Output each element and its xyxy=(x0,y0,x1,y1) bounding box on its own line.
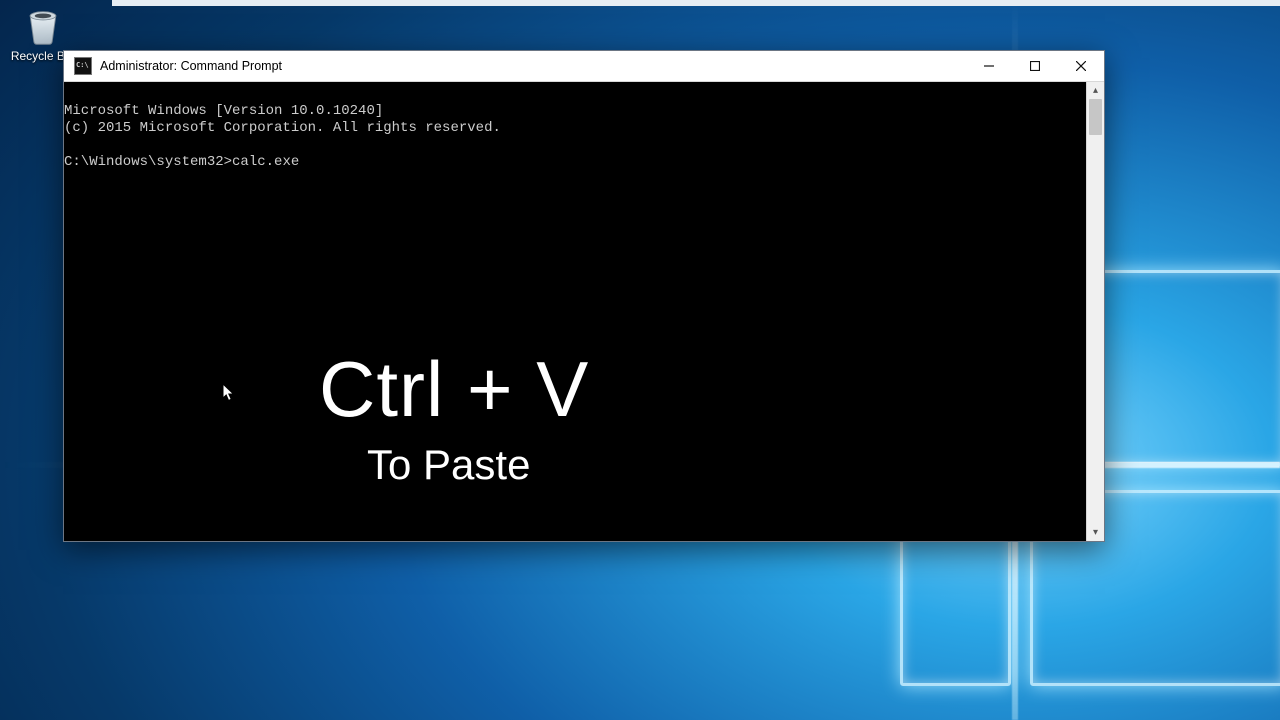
cmd-icon xyxy=(74,57,92,75)
minimize-button[interactable] xyxy=(966,51,1012,81)
instruction-overlay: Ctrl + V To Paste xyxy=(319,347,589,507)
close-button[interactable] xyxy=(1058,51,1104,81)
terminal-line: (c) 2015 Microsoft Corporation. All righ… xyxy=(64,120,501,136)
terminal-prompt: C:\Windows\system32> xyxy=(64,154,232,170)
terminal-line: Microsoft Windows [Version 10.0.10240] xyxy=(64,103,383,119)
window-edge-above xyxy=(112,0,1280,6)
overlay-shortcut-text: Ctrl + V xyxy=(319,381,589,398)
titlebar[interactable]: Administrator: Command Prompt xyxy=(64,51,1104,82)
mouse-cursor-icon xyxy=(222,383,236,403)
terminal[interactable]: Microsoft Windows [Version 10.0.10240] (… xyxy=(64,82,1086,541)
desktop-wallpaper: Recycle Bin Administrator: Command Promp… xyxy=(0,0,1280,720)
vertical-scrollbar[interactable]: ▴ ▾ xyxy=(1086,82,1104,541)
window-controls xyxy=(966,51,1104,81)
terminal-prompt-line: C:\Windows\system32>calc.exe xyxy=(64,154,299,170)
scroll-down-button[interactable]: ▾ xyxy=(1087,524,1104,541)
scroll-up-button[interactable]: ▴ xyxy=(1087,82,1104,99)
maximize-button[interactable] xyxy=(1012,51,1058,81)
recycle-bin-icon xyxy=(21,3,65,47)
terminal-command: calc.exe xyxy=(232,154,299,170)
overlay-caption-text: To Paste xyxy=(367,456,589,473)
window-title: Administrator: Command Prompt xyxy=(100,59,282,73)
command-prompt-window[interactable]: Administrator: Command Prompt Microsoft … xyxy=(63,50,1105,542)
scrollbar-track[interactable] xyxy=(1087,99,1104,524)
window-client-area: Microsoft Windows [Version 10.0.10240] (… xyxy=(64,82,1104,541)
scrollbar-thumb[interactable] xyxy=(1089,99,1102,135)
